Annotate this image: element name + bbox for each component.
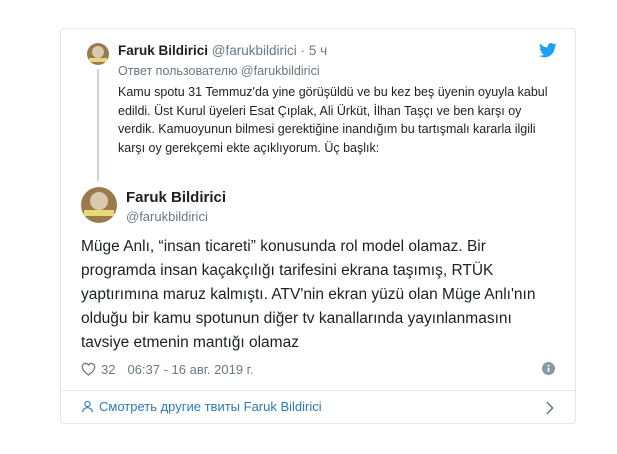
chevron-right-icon[interactable] <box>545 401 555 415</box>
main-tweet-text: Müge Anlı, “insan ticareti” konusunda ro… <box>81 238 536 351</box>
tweet-timestamp[interactable]: 06:37 - 16 авг. 2019 г. <box>127 362 253 377</box>
thread-line <box>97 69 99 181</box>
main-author-name[interactable]: Faruk Bildirici <box>126 189 226 206</box>
heart-icon[interactable] <box>81 362 96 376</box>
main-avatar[interactable] <box>81 187 117 223</box>
reply-header: Faruk Bildirici @farukbildirici · 5 ч <box>118 43 327 58</box>
person-icon <box>82 400 93 413</box>
info-icon[interactable] <box>542 362 555 375</box>
main-author-handle[interactable]: @farukbildirici <box>126 209 208 224</box>
more-tweets-label[interactable]: Смотреть другие твиты Faruk Bildirici <box>99 399 322 414</box>
reply-time[interactable]: 5 ч <box>309 43 327 58</box>
twitter-bird-icon[interactable] <box>539 43 557 58</box>
reply-avatar[interactable] <box>87 43 109 65</box>
like-count[interactable]: 32 <box>101 362 115 377</box>
reply-to-label[interactable]: Ответ пользователю @farukbildirici <box>118 64 320 78</box>
reply-author-handle[interactable]: @farukbildirici <box>212 43 297 58</box>
more-tweets-link[interactable]: Смотреть другие твиты Faruk Bildirici <box>81 399 322 414</box>
reply-tweet-text: Kamu spotu 31 Temmuz'da yine görüşüldü v… <box>118 85 548 155</box>
reply-author-name[interactable]: Faruk Bildirici <box>118 43 208 58</box>
footer-divider <box>61 390 575 391</box>
tweet-meta: 32 06:37 - 16 авг. 2019 г. <box>81 360 253 378</box>
reply-separator: · <box>300 43 306 58</box>
embedded-tweet-card: Faruk Bildirici @farukbildirici · 5 ч От… <box>60 28 576 424</box>
